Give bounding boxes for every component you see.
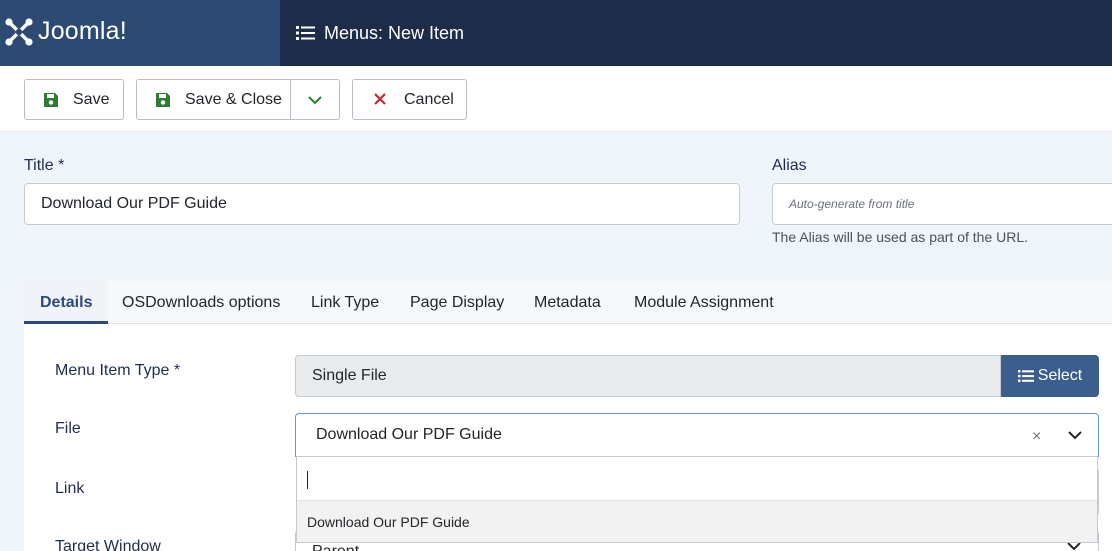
save-close-label: Save & Close [185, 90, 282, 108]
file-search-input[interactable] [297, 457, 1097, 501]
file-dropdown-list: Download Our PDF Guide [296, 456, 1098, 543]
tab-page-display[interactable]: Page Display [410, 281, 504, 324]
title-label: Title * [24, 157, 65, 174]
logo-area[interactable]: Joomla! [0, 0, 280, 66]
page-title: Menus: New Item [324, 22, 465, 43]
list-icon [1017, 369, 1034, 383]
select-menu-item-type-button[interactable]: Select [1001, 355, 1099, 397]
chevron-down-icon [1068, 431, 1082, 440]
list-icon [296, 26, 315, 40]
alias-label: Alias [772, 157, 807, 174]
floppy-disk-icon [155, 92, 171, 108]
file-label: File [55, 420, 81, 437]
tab-link-type[interactable]: Link Type [311, 281, 379, 324]
tab-osdownloads-options[interactable]: OSDownloads options [122, 281, 280, 324]
save-label: Save [73, 90, 110, 108]
tab-bar: Details OSDownloads options Link Type Pa… [24, 281, 1112, 324]
target-window-label: Target Window [55, 538, 161, 551]
tab-details[interactable]: Details [24, 281, 109, 324]
app-header: Joomla! Menus: New Item [0, 0, 1112, 66]
toolbar: Save Save & Close Cancel [0, 66, 1112, 132]
joomla-logo-icon [5, 18, 33, 46]
save-close-button[interactable]: Save & Close [136, 79, 291, 120]
menu-item-type-label: Menu Item Type * [55, 362, 181, 379]
clear-selection-button[interactable]: × [1032, 428, 1041, 446]
link-label: Link [55, 480, 85, 497]
file-dropdown-toggle[interactable] [1052, 414, 1098, 456]
alias-help-text: The Alias will be used as part of the UR… [772, 229, 1029, 245]
cancel-button[interactable]: Cancel [352, 79, 467, 120]
brand-name: Joomla! [38, 17, 127, 45]
title-input[interactable]: Download Our PDF Guide [24, 183, 740, 225]
floppy-disk-icon [43, 92, 59, 108]
save-options-dropdown-button[interactable] [290, 79, 340, 120]
tab-module-assignment[interactable]: Module Assignment [634, 281, 774, 324]
file-option[interactable]: Download Our PDF Guide [297, 501, 1097, 542]
select-label: Select [1037, 367, 1083, 384]
file-select[interactable]: Download Our PDF Guide [295, 413, 1099, 457]
save-button[interactable]: Save [24, 79, 124, 120]
text-cursor [307, 471, 308, 489]
alias-input[interactable]: Auto-generate from title [772, 183, 1112, 225]
tab-metadata[interactable]: Metadata [534, 281, 601, 324]
menu-item-type-field: Single File [295, 355, 1001, 397]
cancel-label: Cancel [404, 90, 454, 108]
chevron-down-icon [308, 95, 322, 104]
close-icon [373, 92, 389, 108]
